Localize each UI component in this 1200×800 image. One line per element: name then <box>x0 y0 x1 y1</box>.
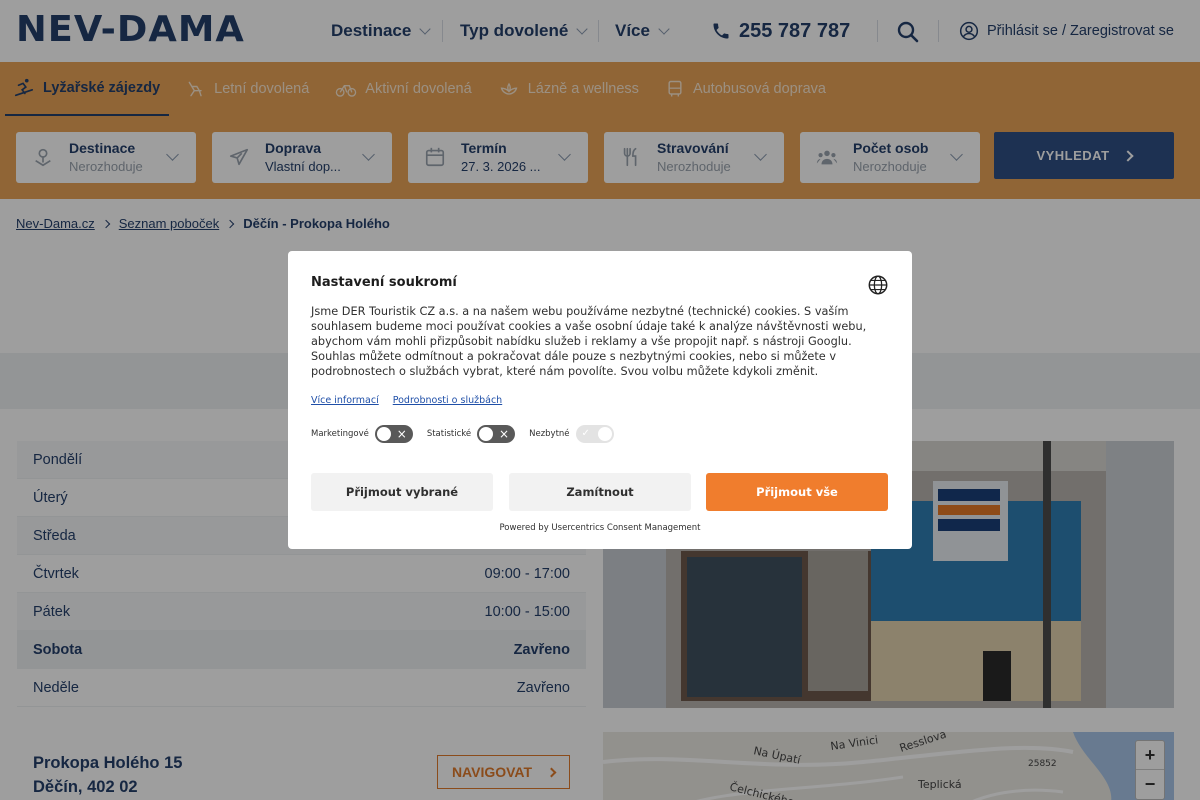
consent-dialog: Nastavení soukromí Jsme DER Touristik CZ… <box>288 251 912 549</box>
powered-by: Powered by Usercentrics Consent Manageme… <box>499 523 701 533</box>
reject-button[interactable]: Zamítnout <box>509 473 691 511</box>
more-info-link[interactable]: Více informací <box>311 395 379 406</box>
check-icon: ✓ <box>581 428 590 439</box>
necessary-toggle: ✓ <box>575 425 614 443</box>
consent-text: Jsme DER Touristik CZ a.s. a na našem we… <box>311 305 867 378</box>
toggle-label: Nezbytné <box>529 429 570 439</box>
close-icon: × <box>396 427 407 441</box>
consent-toggles: Marketingové × Statistické × Nezbytné ✓ <box>311 425 628 443</box>
marketing-toggle[interactable]: × <box>374 425 413 443</box>
accept-all-button[interactable]: Přijmout vše <box>706 473 888 511</box>
toggle-label: Statistické <box>426 429 472 439</box>
consent-title: Nastavení soukromí <box>311 275 457 290</box>
statistics-toggle[interactable]: × <box>477 425 516 443</box>
globe-icon[interactable] <box>867 274 889 296</box>
consent-links: Více informací Podrobnosti o službách <box>311 395 516 406</box>
accept-selected-button[interactable]: Přijmout vybrané <box>311 473 493 511</box>
toggle-label: Marketingové <box>311 429 369 439</box>
service-details-link[interactable]: Podrobnosti o službách <box>393 395 502 406</box>
close-icon: × <box>499 427 510 441</box>
